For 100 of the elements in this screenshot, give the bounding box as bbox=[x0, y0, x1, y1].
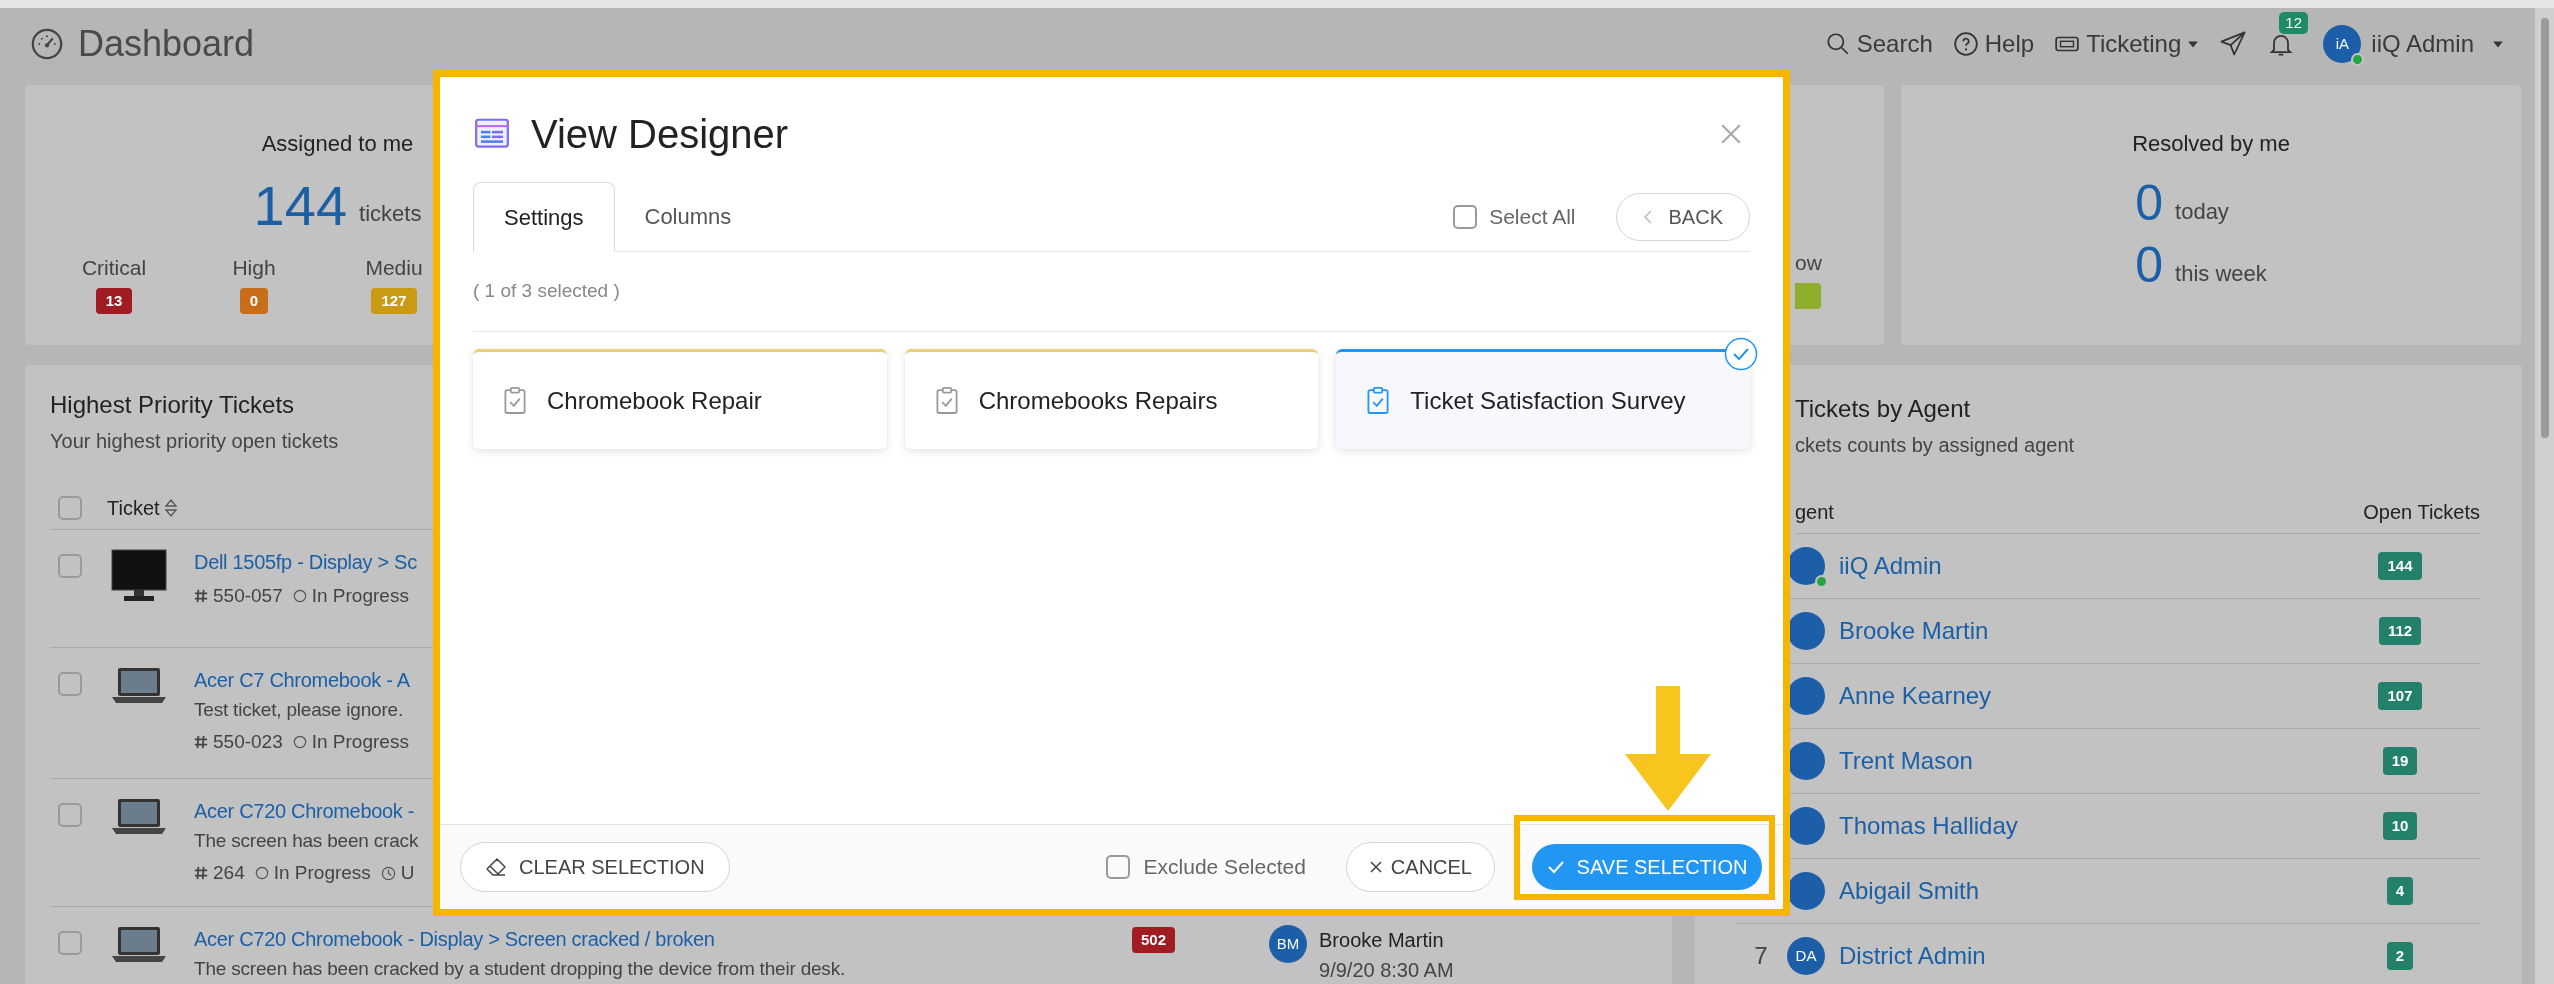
checkbox[interactable] bbox=[58, 803, 82, 827]
clipboard-check-icon bbox=[934, 385, 959, 416]
card-title: Assigned to me bbox=[261, 130, 414, 158]
agent-link[interactable]: iiQ Admin bbox=[1839, 548, 2340, 584]
priority-badge: 127 bbox=[371, 287, 417, 314]
clipboard-check-icon bbox=[503, 385, 527, 416]
priority-label: High bbox=[232, 255, 276, 281]
ticket-description: The screen has been crack bbox=[194, 829, 419, 853]
priority-badge: 0 bbox=[239, 287, 269, 314]
count-badge: 2 bbox=[2386, 942, 2414, 970]
notification-badge: 12 bbox=[2279, 12, 2308, 34]
hash-icon bbox=[194, 866, 208, 880]
count-unit: today bbox=[2175, 198, 2229, 226]
checkmark-icon bbox=[1546, 859, 1565, 875]
status-circle-icon bbox=[292, 589, 307, 603]
user-menu[interactable]: iA iiQ Admin bbox=[2323, 25, 2504, 63]
close-icon[interactable] bbox=[1720, 122, 1742, 145]
check-circle-icon bbox=[1724, 337, 1758, 371]
count-unit: this week bbox=[2175, 260, 2267, 288]
priority-label: ow bbox=[1795, 250, 1822, 276]
survey-card[interactable]: Ticket Satisfaction Survey bbox=[1336, 349, 1750, 449]
ticket-status: In Progress bbox=[311, 584, 409, 608]
clock-icon bbox=[380, 865, 396, 881]
ticket-status: In Progress bbox=[311, 730, 409, 754]
assigned-date: 9/9/20 8:30 AM bbox=[1319, 958, 1454, 983]
ticketing-menu[interactable]: Ticketing bbox=[2054, 26, 2200, 62]
search-icon bbox=[1824, 31, 1851, 57]
paper-plane-icon[interactable] bbox=[2219, 30, 2248, 58]
priority-badge: 13 bbox=[95, 287, 133, 314]
ticket-link[interactable]: Dell 1505fp - Display > Sc bbox=[194, 548, 417, 576]
priority-label: Mediu bbox=[365, 255, 423, 281]
ticket-number: 550-023 bbox=[213, 730, 283, 754]
sort-icon[interactable] bbox=[163, 497, 178, 518]
checkbox[interactable] bbox=[58, 931, 82, 955]
column-header: Ticket bbox=[107, 495, 160, 521]
count-badge: 107 bbox=[2378, 682, 2422, 710]
count-badge: 19 bbox=[2382, 747, 2418, 775]
checkbox[interactable] bbox=[58, 554, 82, 578]
search-button[interactable]: Search bbox=[1824, 26, 1933, 62]
selection-count: ( 1 of 3 selected ) bbox=[473, 252, 1750, 332]
count-badge: 10 bbox=[2382, 812, 2418, 840]
checkbox[interactable] bbox=[1453, 204, 1478, 229]
monitor-icon bbox=[110, 548, 168, 604]
page-title: Dashboard bbox=[78, 22, 255, 66]
priority-label: Critical bbox=[81, 255, 147, 281]
laptop-icon bbox=[110, 925, 168, 965]
hash-icon bbox=[194, 735, 208, 749]
agent-link[interactable]: District Admin bbox=[1839, 938, 2340, 974]
agent-link[interactable]: Trent Mason bbox=[1839, 743, 2340, 779]
count-unit: tickets bbox=[359, 200, 422, 228]
gauge-icon bbox=[30, 27, 64, 61]
ticket-number: 264 bbox=[213, 861, 245, 885]
laptop-icon bbox=[110, 666, 168, 706]
clear-selection-button[interactable]: CLEAR SELECTION bbox=[460, 842, 730, 892]
checkbox[interactable] bbox=[58, 672, 82, 696]
agent-link[interactable]: Thomas Halliday bbox=[1839, 808, 2340, 844]
ticket-status: In Progress bbox=[273, 861, 371, 885]
survey-card[interactable]: Chromebooks Repairs bbox=[904, 349, 1319, 449]
panel-subtitle: ckets counts by assigned agent bbox=[1795, 434, 2075, 457]
ticket-link[interactable]: Acer C720 Chromebook - bbox=[194, 797, 415, 825]
ticket-number: 550-057 bbox=[213, 584, 283, 608]
panel-subtitle: Your highest priority open tickets bbox=[50, 430, 339, 453]
survey-card[interactable]: Chromebook Repair bbox=[473, 349, 887, 449]
count-badge: 4 bbox=[2386, 877, 2414, 905]
assignee-name: Brooke Martin bbox=[1319, 928, 1445, 953]
status-circle-icon bbox=[254, 866, 269, 880]
dialog-title: View Designer bbox=[531, 110, 790, 158]
ticket-count: 144 bbox=[253, 178, 348, 234]
rank-number: 7 bbox=[1753, 941, 1769, 971]
avatar: BM bbox=[1269, 925, 1308, 963]
ticket-link[interactable]: Acer C720 Chromebook - Display > Screen cracked / broken bbox=[194, 925, 715, 953]
ticket-due: U bbox=[400, 861, 415, 885]
tab[interactable]: Settings bbox=[473, 182, 615, 252]
save-selection-button[interactable]: SAVE SELECTION bbox=[1532, 844, 1762, 890]
scrollbar[interactable] bbox=[2535, 8, 2554, 984]
help-icon bbox=[1952, 31, 1979, 57]
eraser-icon bbox=[485, 857, 507, 877]
avatar: DA bbox=[1787, 937, 1825, 975]
checkbox-label: Exclude Selected bbox=[1143, 854, 1306, 881]
clipboard-check-icon bbox=[1366, 385, 1391, 416]
laptop-icon bbox=[110, 797, 168, 837]
checkbox[interactable] bbox=[1105, 855, 1130, 879]
panel-title: Highest Priority Tickets bbox=[50, 391, 295, 419]
cancel-button[interactable]: CANCEL bbox=[1345, 842, 1495, 892]
checkbox[interactable] bbox=[58, 495, 82, 520]
count-badge: 112 bbox=[2378, 617, 2422, 645]
resolved-count: 0 bbox=[2135, 236, 2164, 295]
avatar: iA bbox=[2323, 25, 2362, 63]
agent-link[interactable]: Anne Kearney bbox=[1839, 678, 2340, 714]
column-header: gent bbox=[1795, 499, 1834, 525]
agent-link[interactable]: Brooke Martin bbox=[1839, 613, 2340, 649]
close-icon bbox=[1368, 860, 1383, 874]
help-button[interactable]: Help bbox=[1952, 26, 2035, 62]
ticket-link[interactable]: Acer C7 Chromebook - A bbox=[194, 666, 410, 694]
ticket-description: The screen has been cracked by a student dropping the device from their desk. bbox=[194, 957, 846, 981]
chevron-left-icon bbox=[1642, 208, 1653, 225]
ticket-description: Test ticket, please ignore. bbox=[194, 698, 403, 722]
agent-link[interactable]: Abigail Smith bbox=[1839, 873, 2340, 909]
resolved-count: 0 bbox=[2135, 174, 2164, 233]
tab[interactable]: Columns bbox=[614, 181, 762, 251]
